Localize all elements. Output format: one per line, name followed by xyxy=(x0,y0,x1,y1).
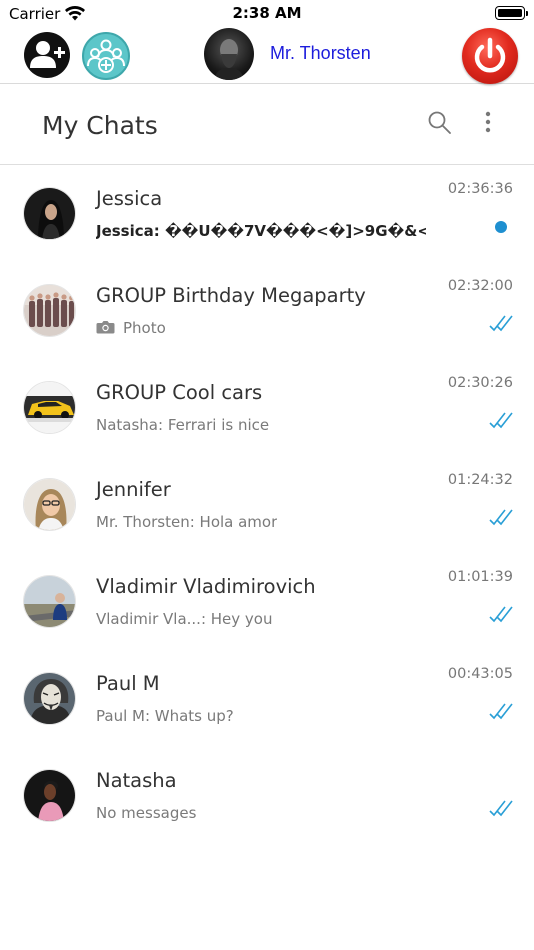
chat-time: 01:24:32 xyxy=(447,472,513,488)
chat-name: Paul M xyxy=(96,672,160,695)
chat-name: Vladimir Vladimirovich xyxy=(96,575,316,598)
double-check-icon xyxy=(489,703,513,720)
add-user-icon xyxy=(30,41,65,68)
chat-preview: Jessica: ��U��7V���<�]>9G�&<7�\�����` xyxy=(96,222,426,240)
chat-time: 02:32:00 xyxy=(447,278,513,294)
search-button[interactable] xyxy=(426,109,454,137)
chat-time: 02:36:36 xyxy=(447,181,513,197)
double-check-icon xyxy=(489,509,513,526)
chat-row[interactable]: Jennifer Mr. Thorsten: Hola amor 01:24:3… xyxy=(0,457,534,554)
more-vertical-icon xyxy=(485,111,491,133)
chat-name: Jessica xyxy=(96,187,163,210)
contact-photo xyxy=(24,673,75,724)
chat-row[interactable]: Vladimir Vladimirovich Vladimir Vla...: … xyxy=(0,554,534,651)
chat-row[interactable]: GROUP Cool cars Natasha: Ferrari is nice… xyxy=(0,360,534,457)
contact-photo xyxy=(24,188,75,239)
avatar xyxy=(23,284,76,337)
avatar xyxy=(23,575,76,628)
double-check-icon xyxy=(489,412,513,429)
chat-name: Jennifer xyxy=(96,478,171,501)
power-icon xyxy=(474,37,506,73)
new-group-button[interactable] xyxy=(82,32,130,80)
chat-row[interactable]: Natasha No messages xyxy=(0,748,534,845)
double-check-icon xyxy=(489,315,513,332)
page-title: My Chats xyxy=(42,111,158,140)
chat-time: 00:43:05 xyxy=(447,666,513,682)
profile-avatar[interactable] xyxy=(204,28,254,80)
group-photo xyxy=(24,382,75,433)
chat-preview: Paul M: Whats up? xyxy=(96,707,234,725)
chat-time: 01:01:39 xyxy=(447,569,513,585)
chat-row[interactable]: GROUP Birthday Megaparty Photo 02:32:00 xyxy=(0,263,534,360)
top-nav: Mr. Thorsten xyxy=(0,28,534,84)
double-check-icon xyxy=(489,606,513,623)
avatar xyxy=(23,478,76,531)
avatar xyxy=(23,381,76,434)
chat-row[interactable]: Paul M Paul M: Whats up? 00:43:05 xyxy=(0,651,534,748)
avatar xyxy=(23,672,76,725)
status-bar: Carrier 2:38 AM xyxy=(0,0,534,28)
chat-preview: Mr. Thorsten: Hola amor xyxy=(96,513,278,531)
chat-name: GROUP Birthday Megaparty xyxy=(96,284,366,307)
chat-time: 02:30:26 xyxy=(447,375,513,391)
status-time: 2:38 AM xyxy=(232,4,302,22)
avatar xyxy=(23,187,76,240)
chat-preview: Natasha: Ferrari is nice xyxy=(96,416,270,434)
group-photo xyxy=(24,285,75,336)
contact-photo xyxy=(24,479,75,530)
add-contact-button[interactable] xyxy=(24,32,70,78)
chat-name: GROUP Cool cars xyxy=(96,381,263,404)
contact-photo xyxy=(24,576,75,627)
chats-header: My Chats xyxy=(0,85,534,165)
group-add-icon xyxy=(87,39,125,73)
chat-preview: Photo xyxy=(96,319,166,337)
battery-icon xyxy=(495,6,528,20)
chat-row[interactable]: Jessica Jessica: ��U��7V���<�]>9G�&<7�\�… xyxy=(0,166,534,263)
unread-indicator xyxy=(495,221,507,233)
chat-preview: No messages xyxy=(96,804,197,822)
logout-button[interactable] xyxy=(462,28,518,84)
camera-icon xyxy=(96,321,115,334)
chat-name: Natasha xyxy=(96,769,177,792)
search-icon xyxy=(428,111,451,134)
more-options-button[interactable] xyxy=(478,109,498,137)
double-check-icon xyxy=(489,800,513,817)
chat-preview-text: Photo xyxy=(123,319,166,337)
profile-name[interactable]: Mr. Thorsten xyxy=(270,43,371,64)
avatar xyxy=(23,769,76,822)
chat-preview: Vladimir Vla...: Hey you xyxy=(96,610,273,628)
profile-photo xyxy=(214,39,244,80)
contact-photo xyxy=(24,770,75,821)
